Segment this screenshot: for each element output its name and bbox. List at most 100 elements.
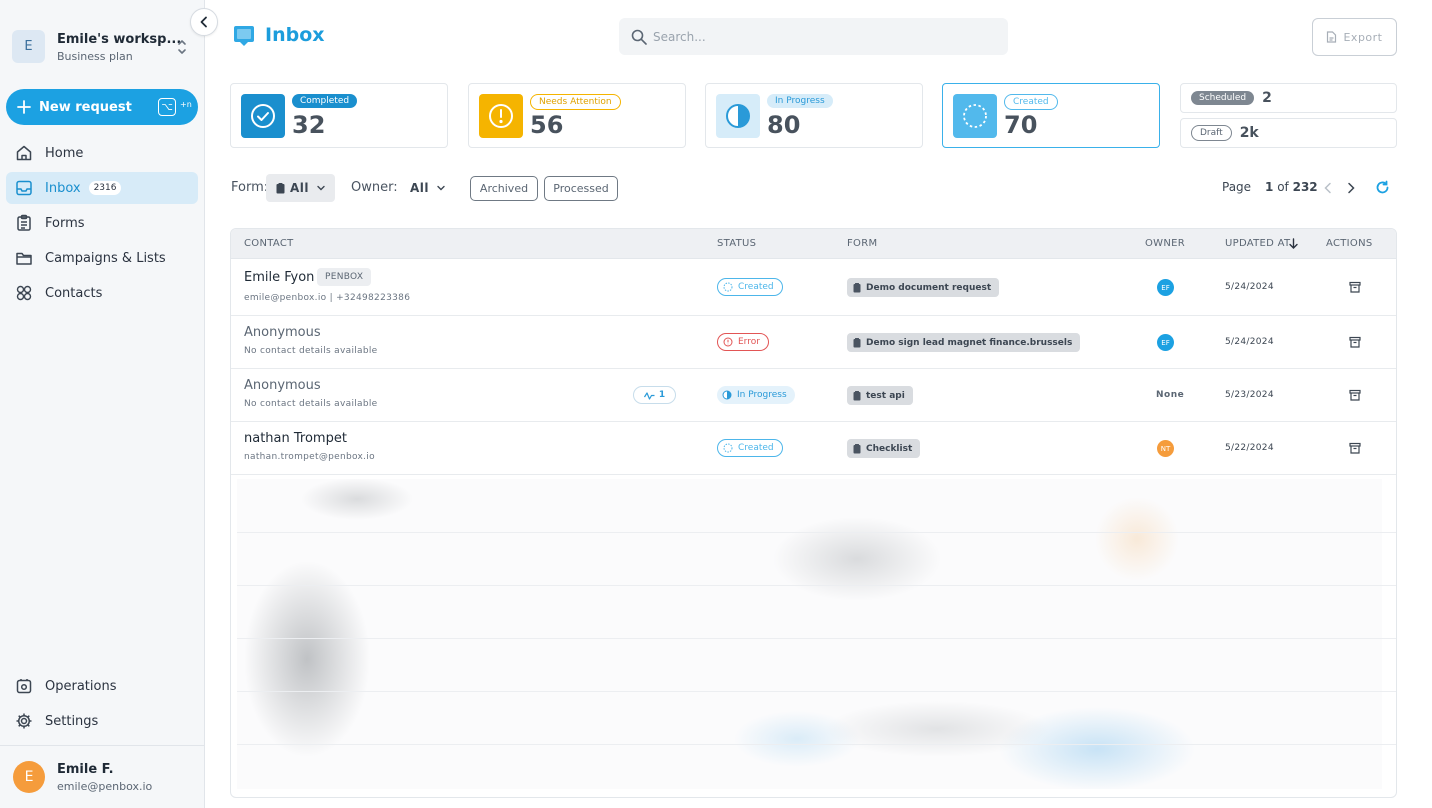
chevron-left-icon[interactable] [1324,182,1332,194]
search-bar[interactable] [619,18,1008,55]
chevron-right-icon[interactable] [1347,182,1355,194]
folder-icon [16,252,32,265]
owner-avatar: EF [1157,279,1174,296]
archive-icon[interactable] [1349,336,1361,348]
status-badge: Error [717,333,769,351]
plus-icon [17,100,31,114]
form-tag[interactable]: Demo sign lead magnet finance.brussels [847,333,1081,352]
option-key-icon: ⌥ [158,98,176,116]
sidebar-item-label: Home [45,145,84,161]
table-row[interactable]: Anonymous No contact details available E… [231,316,1396,369]
table-row[interactable]: Anonymous No contact details available 1… [231,369,1396,422]
search-input[interactable] [653,29,983,44]
status-badge: Draft [1191,125,1232,141]
form-filter-value: All [290,181,310,195]
table-row[interactable]: nathan Trompet nathan.trompet@penbox.io … [231,422,1396,475]
half-circle-icon [722,390,732,400]
status-badge: Created [1004,94,1058,110]
chevron-left-icon [200,16,207,28]
stat-card-scheduled[interactable]: Scheduled 2 [1180,83,1397,113]
column-updated[interactable]: UPDATED AT [1225,238,1290,249]
stat-card-draft[interactable]: Draft 2k [1180,118,1397,148]
page-title: Inbox [265,24,325,46]
column-status: STATUS [717,238,757,249]
dashed-circle-icon [953,94,997,138]
updated-date: 5/24/2024 [1225,337,1274,347]
archived-toggle[interactable]: Archived [470,176,538,201]
stat-card-completed[interactable]: Completed 32 [230,83,448,148]
contact-name: nathan Trompet [244,431,347,446]
form-filter-select[interactable]: All [266,174,336,202]
page-total: 232 [1292,180,1318,194]
alert-circle-icon [479,94,523,138]
stat-value: 2k [1239,125,1259,141]
sidebar-item-label: Campaigns & Lists [45,250,166,266]
workspace-avatar: E [12,30,45,63]
new-request-button[interactable]: New request ⌥ +n [6,89,198,125]
user-profile[interactable]: E Emile F. emile@penbox.io [0,745,205,808]
stat-value: 70 [1004,111,1038,139]
owner-none: None [1156,390,1185,400]
archive-icon[interactable] [1349,281,1361,293]
updated-date: 5/23/2024 [1225,390,1274,400]
sidebar-item-home[interactable]: Home [6,137,198,169]
owner-filter-value: All [410,181,430,195]
export-button[interactable]: Export [1312,18,1397,56]
sidebar-item-contacts[interactable]: Contacts [6,277,198,309]
sidebar-item-forms[interactable]: Forms [6,207,198,239]
processed-toggle[interactable]: Processed [544,176,618,201]
status-badge: Created [717,439,783,457]
clipboard-icon [853,282,861,292]
updated-date: 5/22/2024 [1225,443,1274,453]
document-icon [1327,31,1337,43]
contact-details: No contact details available [244,346,378,356]
status-badge: Needs Attention [530,94,621,110]
divider [237,585,1396,586]
owner-filter-select[interactable]: All [400,174,455,202]
form-tag[interactable]: Demo document request [847,278,1000,297]
clipboard-icon [276,182,285,193]
sidebar-item-operations[interactable]: Operations [6,670,198,702]
half-circle-icon [716,94,760,138]
chevron-updown-icon [178,40,186,54]
archive-icon[interactable] [1349,389,1361,401]
owner-filter-label: Owner: [351,180,398,195]
contact-details: nathan.trompet@penbox.io [244,452,375,462]
contact-name: Anonymous [244,378,321,393]
workspace-plan: Business plan [57,50,133,63]
page-label: Page [1222,180,1252,194]
user-email: emile@penbox.io [57,780,153,793]
updated-date: 5/24/2024 [1225,282,1274,292]
clipboard-icon [853,443,861,453]
stat-card-needs-attention[interactable]: Needs Attention 56 [468,83,686,148]
sidebar-item-label: Operations [45,678,117,694]
activity-badge[interactable]: 1 [633,386,676,404]
sidebar-item-inbox[interactable]: Inbox 2316 [6,172,198,204]
column-contact: CONTACT [244,238,294,249]
clipboard-icon [853,337,861,347]
clipboard-icon [17,214,31,231]
sidebar-item-campaigns[interactable]: Campaigns & Lists [6,242,198,274]
check-circle-icon [241,94,285,138]
owner-avatar: EF [1157,334,1174,351]
form-tag[interactable]: Checklist [847,439,921,458]
stat-card-in-progress[interactable]: In Progress 80 [705,83,923,148]
archive-icon[interactable] [1349,442,1361,454]
form-tag[interactable]: test api [847,386,913,405]
status-badge: Scheduled [1191,91,1255,105]
sidebar-item-settings[interactable]: Settings [6,705,198,737]
search-icon [631,29,647,45]
stat-card-created[interactable]: Created 70 [942,83,1160,148]
collapse-sidebar-button[interactable] [190,8,218,36]
gear-icon [16,713,32,729]
inbox-count-badge: 2316 [88,181,122,195]
sidebar: E Emile's worksp... Business plan New re… [0,0,205,808]
table-row[interactable]: Emile Fyon PENBOX emile@penbox.io | +324… [231,259,1396,316]
column-owner: OWNER [1145,238,1186,249]
sidebar-item-label: Inbox [45,180,81,196]
divider [237,532,1396,533]
refresh-icon[interactable] [1375,180,1390,195]
workspace-switcher[interactable]: E Emile's worksp... Business plan [12,29,192,65]
status-badge: In Progress [717,386,795,404]
status-badge: In Progress [767,94,833,108]
